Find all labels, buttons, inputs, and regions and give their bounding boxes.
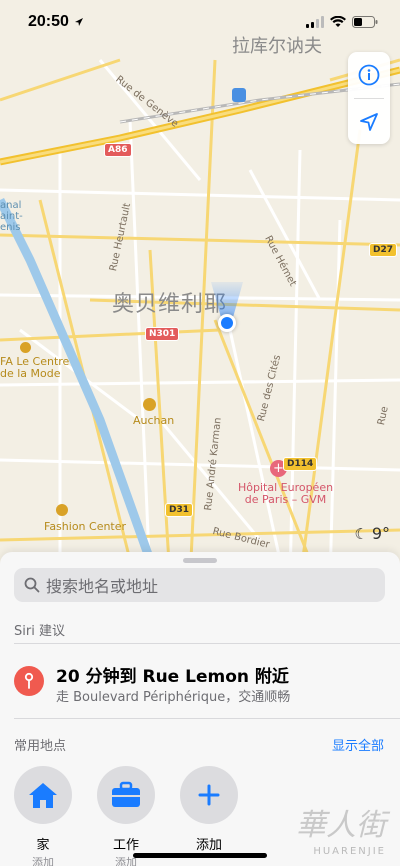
temperature: 9° [371,524,390,543]
transit-station-icon[interactable] [232,88,246,102]
map-view[interactable]: 拉库尔讷夫 Rue de Genève Rue Heurtault Rue Hé… [0,0,400,580]
siri-suggestion-subtitle: 走 Boulevard Périphérique，交通顺畅 [56,690,291,705]
shopping-icon [56,504,68,516]
briefcase-icon [112,781,140,807]
poi-fashion-center[interactable]: Fashion Center [44,504,126,533]
location-arrow-icon [74,18,83,26]
shopping-icon [20,342,31,353]
clock: 20:50 [28,13,69,30]
favorite-circle [180,766,238,824]
info-button[interactable] [348,52,390,98]
divider [14,718,400,719]
plus-icon [198,784,220,806]
cellular-signal-icon [306,16,324,28]
weather-widget: ☾ 9° [354,524,390,543]
road-shield-a86: A86 [104,143,132,157]
favorite-home[interactable]: 家 添加 [13,766,73,866]
favorites-header: 常用地点 [14,739,67,754]
siri-suggestion-title: 20 分钟到 Rue Lemon 附近 [56,667,289,687]
favorite-name: 添加 [195,838,222,853]
track-location-button[interactable] [348,99,390,145]
moon-icon: ☾ [354,524,368,543]
road-shield-d31: D31 [165,503,193,517]
favorite-add[interactable]: 添加 [179,766,239,853]
location-arrow-icon [360,113,378,131]
favorite-sub: 添加 [32,856,54,866]
current-location-dot[interactable] [218,314,236,332]
road-shield-d27: D27 [369,243,397,257]
wifi-icon [330,16,346,27]
road-shield-d114: D114 [283,457,318,471]
favorite-name: 工作 [112,838,139,853]
home-icon [29,783,57,808]
show-all-link[interactable]: 显示全部 [332,735,384,754]
divider [14,643,400,644]
poi-auchan[interactable]: Auchan [133,398,174,427]
battery-icon [352,16,378,28]
search-placeholder: 搜索地名或地址 [46,577,159,596]
home-indicator[interactable] [133,853,267,858]
favorite-name: 家 [36,838,50,853]
siri-suggestions-header: Siri 建议 [14,624,65,639]
status-bar: 20:50 [0,0,400,44]
siri-suggestion-item[interactable]: 20 分钟到 Rue Lemon 附近 走 Boulevard Périphér… [14,656,394,706]
search-bar[interactable]: 搜索地名或地址 [14,568,385,602]
favorite-circle [14,766,72,824]
sheet-grabber[interactable] [183,558,217,563]
favorite-circle [97,766,155,824]
road-shield-n301: N301 [145,327,180,341]
shopping-bag-icon [143,398,156,411]
info-icon [358,64,380,86]
city-label: 奥贝维利耶 [112,292,228,317]
search-icon [24,577,40,593]
poi-le-centre-de-la-mode[interactable]: FA Le Centre de la Mode [0,342,69,380]
canal-label: anal aint- enis [0,200,23,233]
favorite-work[interactable]: 工作 添加 [96,766,156,866]
map-controls [348,52,390,144]
watermark-sub: HUARENJIE [313,846,386,857]
map-pin-icon [14,666,44,696]
poi-hopital-europeen[interactable]: + Hôpital Européen de Paris – GVM [238,460,333,506]
watermark-logo: 華人街 [296,808,386,843]
